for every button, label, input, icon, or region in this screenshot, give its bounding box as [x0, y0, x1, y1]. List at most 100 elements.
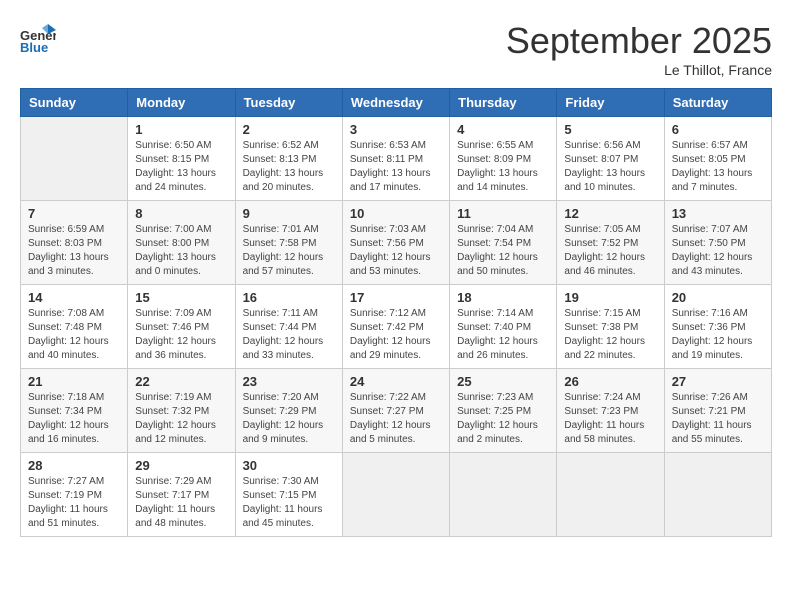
day-number: 6 [672, 122, 764, 137]
day-info: Sunrise: 6:53 AM Sunset: 8:11 PM Dayligh… [350, 139, 442, 195]
day-info: Sunrise: 7:23 AM Sunset: 7:25 PM Dayligh… [457, 391, 549, 447]
calendar-cell: 26 Sunrise: 7:24 AM Sunset: 7:23 PM Dayli… [557, 369, 664, 453]
calendar-cell: 22 Sunrise: 7:19 AM Sunset: 7:32 PM Dayli… [128, 369, 235, 453]
calendar-cell [450, 453, 557, 537]
month-title: September 2025 [506, 20, 772, 62]
calendar-cell: 29 Sunrise: 7:29 AM Sunset: 7:17 PM Dayli… [128, 453, 235, 537]
column-header-friday: Friday [557, 89, 664, 117]
calendar-cell: 20 Sunrise: 7:16 AM Sunset: 7:36 PM Dayli… [664, 285, 771, 369]
day-info: Sunrise: 7:12 AM Sunset: 7:42 PM Dayligh… [350, 307, 442, 363]
day-number: 14 [28, 290, 120, 305]
day-info: Sunrise: 6:52 AM Sunset: 8:13 PM Dayligh… [243, 139, 335, 195]
day-info: Sunrise: 7:11 AM Sunset: 7:44 PM Dayligh… [243, 307, 335, 363]
day-number: 22 [135, 374, 227, 389]
column-header-thursday: Thursday [450, 89, 557, 117]
day-number: 26 [564, 374, 656, 389]
day-number: 15 [135, 290, 227, 305]
day-number: 29 [135, 458, 227, 473]
day-number: 17 [350, 290, 442, 305]
day-number: 25 [457, 374, 549, 389]
day-info: Sunrise: 7:00 AM Sunset: 8:00 PM Dayligh… [135, 223, 227, 279]
day-number: 8 [135, 206, 227, 221]
day-info: Sunrise: 7:16 AM Sunset: 7:36 PM Dayligh… [672, 307, 764, 363]
calendar-cell: 24 Sunrise: 7:22 AM Sunset: 7:27 PM Dayli… [342, 369, 449, 453]
day-info: Sunrise: 7:24 AM Sunset: 7:23 PM Dayligh… [564, 391, 656, 447]
calendar-cell [664, 453, 771, 537]
day-number: 21 [28, 374, 120, 389]
calendar-cell: 10 Sunrise: 7:03 AM Sunset: 7:56 PM Dayli… [342, 201, 449, 285]
day-number: 5 [564, 122, 656, 137]
calendar-cell: 7 Sunrise: 6:59 AM Sunset: 8:03 PM Daylig… [21, 201, 128, 285]
day-number: 28 [28, 458, 120, 473]
calendar-cell: 5 Sunrise: 6:56 AM Sunset: 8:07 PM Daylig… [557, 117, 664, 201]
calendar-cell: 2 Sunrise: 6:52 AM Sunset: 8:13 PM Daylig… [235, 117, 342, 201]
calendar-week-row: 1 Sunrise: 6:50 AM Sunset: 8:15 PM Daylig… [21, 117, 772, 201]
calendar-cell: 4Sunrise: 6:55 AM Sunset: 8:09 PM Daylig… [450, 117, 557, 201]
calendar-cell: 27 Sunrise: 7:26 AM Sunset: 7:21 PM Dayli… [664, 369, 771, 453]
calendar-week-row: 21 Sunrise: 7:18 AM Sunset: 7:34 PM Dayli… [21, 369, 772, 453]
day-number: 3 [350, 122, 442, 137]
day-info: Sunrise: 7:08 AM Sunset: 7:48 PM Dayligh… [28, 307, 120, 363]
calendar-cell: 17 Sunrise: 7:12 AM Sunset: 7:42 PM Dayli… [342, 285, 449, 369]
calendar-cell: 21 Sunrise: 7:18 AM Sunset: 7:34 PM Dayli… [21, 369, 128, 453]
day-number: 2 [243, 122, 335, 137]
calendar-cell: 11Sunrise: 7:04 AM Sunset: 7:54 PM Dayli… [450, 201, 557, 285]
calendar-cell: 25 Sunrise: 7:23 AM Sunset: 7:25 PM Dayli… [450, 369, 557, 453]
column-header-saturday: Saturday [664, 89, 771, 117]
calendar-week-row: 28Sunrise: 7:27 AM Sunset: 7:19 PM Dayli… [21, 453, 772, 537]
day-info: Sunrise: 7:19 AM Sunset: 7:32 PM Dayligh… [135, 391, 227, 447]
calendar-cell: 16Sunrise: 7:11 AM Sunset: 7:44 PM Dayli… [235, 285, 342, 369]
day-info: Sunrise: 7:20 AM Sunset: 7:29 PM Dayligh… [243, 391, 335, 447]
column-header-wednesday: Wednesday [342, 89, 449, 117]
day-number: 27 [672, 374, 764, 389]
day-number: 11 [457, 206, 549, 221]
calendar-cell [342, 453, 449, 537]
calendar-week-row: 7 Sunrise: 6:59 AM Sunset: 8:03 PM Daylig… [21, 201, 772, 285]
calendar-table: SundayMondayTuesdayWednesdayThursdayFrid… [20, 88, 772, 537]
calendar-cell: 6 Sunrise: 6:57 AM Sunset: 8:05 PM Daylig… [664, 117, 771, 201]
calendar-cell [21, 117, 128, 201]
calendar-cell: 12Sunrise: 7:05 AM Sunset: 7:52 PM Dayli… [557, 201, 664, 285]
calendar-cell: 30Sunrise: 7:30 AM Sunset: 7:15 PM Dayli… [235, 453, 342, 537]
day-info: Sunrise: 7:26 AM Sunset: 7:21 PM Dayligh… [672, 391, 764, 447]
day-info: Sunrise: 7:29 AM Sunset: 7:17 PM Dayligh… [135, 475, 227, 531]
calendar-week-row: 14 Sunrise: 7:08 AM Sunset: 7:48 PM Dayli… [21, 285, 772, 369]
title-area: September 2025 Le Thillot, France [506, 20, 772, 78]
calendar-cell: 14 Sunrise: 7:08 AM Sunset: 7:48 PM Dayli… [21, 285, 128, 369]
day-number: 23 [243, 374, 335, 389]
day-info: Sunrise: 6:55 AM Sunset: 8:09 PM Dayligh… [457, 139, 549, 195]
column-header-tuesday: Tuesday [235, 89, 342, 117]
column-header-monday: Monday [128, 89, 235, 117]
day-number: 10 [350, 206, 442, 221]
day-info: Sunrise: 7:18 AM Sunset: 7:34 PM Dayligh… [28, 391, 120, 447]
calendar-cell: 13Sunrise: 7:07 AM Sunset: 7:50 PM Dayli… [664, 201, 771, 285]
day-info: Sunrise: 6:50 AM Sunset: 8:15 PM Dayligh… [135, 139, 227, 195]
day-number: 20 [672, 290, 764, 305]
column-header-sunday: Sunday [21, 89, 128, 117]
calendar-header-row: SundayMondayTuesdayWednesdayThursdayFrid… [21, 89, 772, 117]
calendar-cell: 28Sunrise: 7:27 AM Sunset: 7:19 PM Dayli… [21, 453, 128, 537]
day-info: Sunrise: 6:57 AM Sunset: 8:05 PM Dayligh… [672, 139, 764, 195]
day-number: 9 [243, 206, 335, 221]
day-info: Sunrise: 7:15 AM Sunset: 7:38 PM Dayligh… [564, 307, 656, 363]
logo-icon: General Blue [20, 20, 56, 56]
calendar-cell: 15Sunrise: 7:09 AM Sunset: 7:46 PM Dayli… [128, 285, 235, 369]
day-number: 13 [672, 206, 764, 221]
day-info: Sunrise: 7:30 AM Sunset: 7:15 PM Dayligh… [243, 475, 335, 531]
calendar-cell: 19 Sunrise: 7:15 AM Sunset: 7:38 PM Dayli… [557, 285, 664, 369]
calendar-cell [557, 453, 664, 537]
calendar-cell: 9Sunrise: 7:01 AM Sunset: 7:58 PM Daylig… [235, 201, 342, 285]
day-info: Sunrise: 6:59 AM Sunset: 8:03 PM Dayligh… [28, 223, 120, 279]
day-number: 24 [350, 374, 442, 389]
day-info: Sunrise: 7:03 AM Sunset: 7:56 PM Dayligh… [350, 223, 442, 279]
day-number: 12 [564, 206, 656, 221]
calendar-cell: 1 Sunrise: 6:50 AM Sunset: 8:15 PM Daylig… [128, 117, 235, 201]
day-info: Sunrise: 6:56 AM Sunset: 8:07 PM Dayligh… [564, 139, 656, 195]
calendar-cell: 18Sunrise: 7:14 AM Sunset: 7:40 PM Dayli… [450, 285, 557, 369]
day-info: Sunrise: 7:22 AM Sunset: 7:27 PM Dayligh… [350, 391, 442, 447]
day-number: 19 [564, 290, 656, 305]
logo: General Blue [20, 20, 56, 56]
calendar-cell: 8 Sunrise: 7:00 AM Sunset: 8:00 PM Daylig… [128, 201, 235, 285]
day-number: 1 [135, 122, 227, 137]
day-number: 7 [28, 206, 120, 221]
